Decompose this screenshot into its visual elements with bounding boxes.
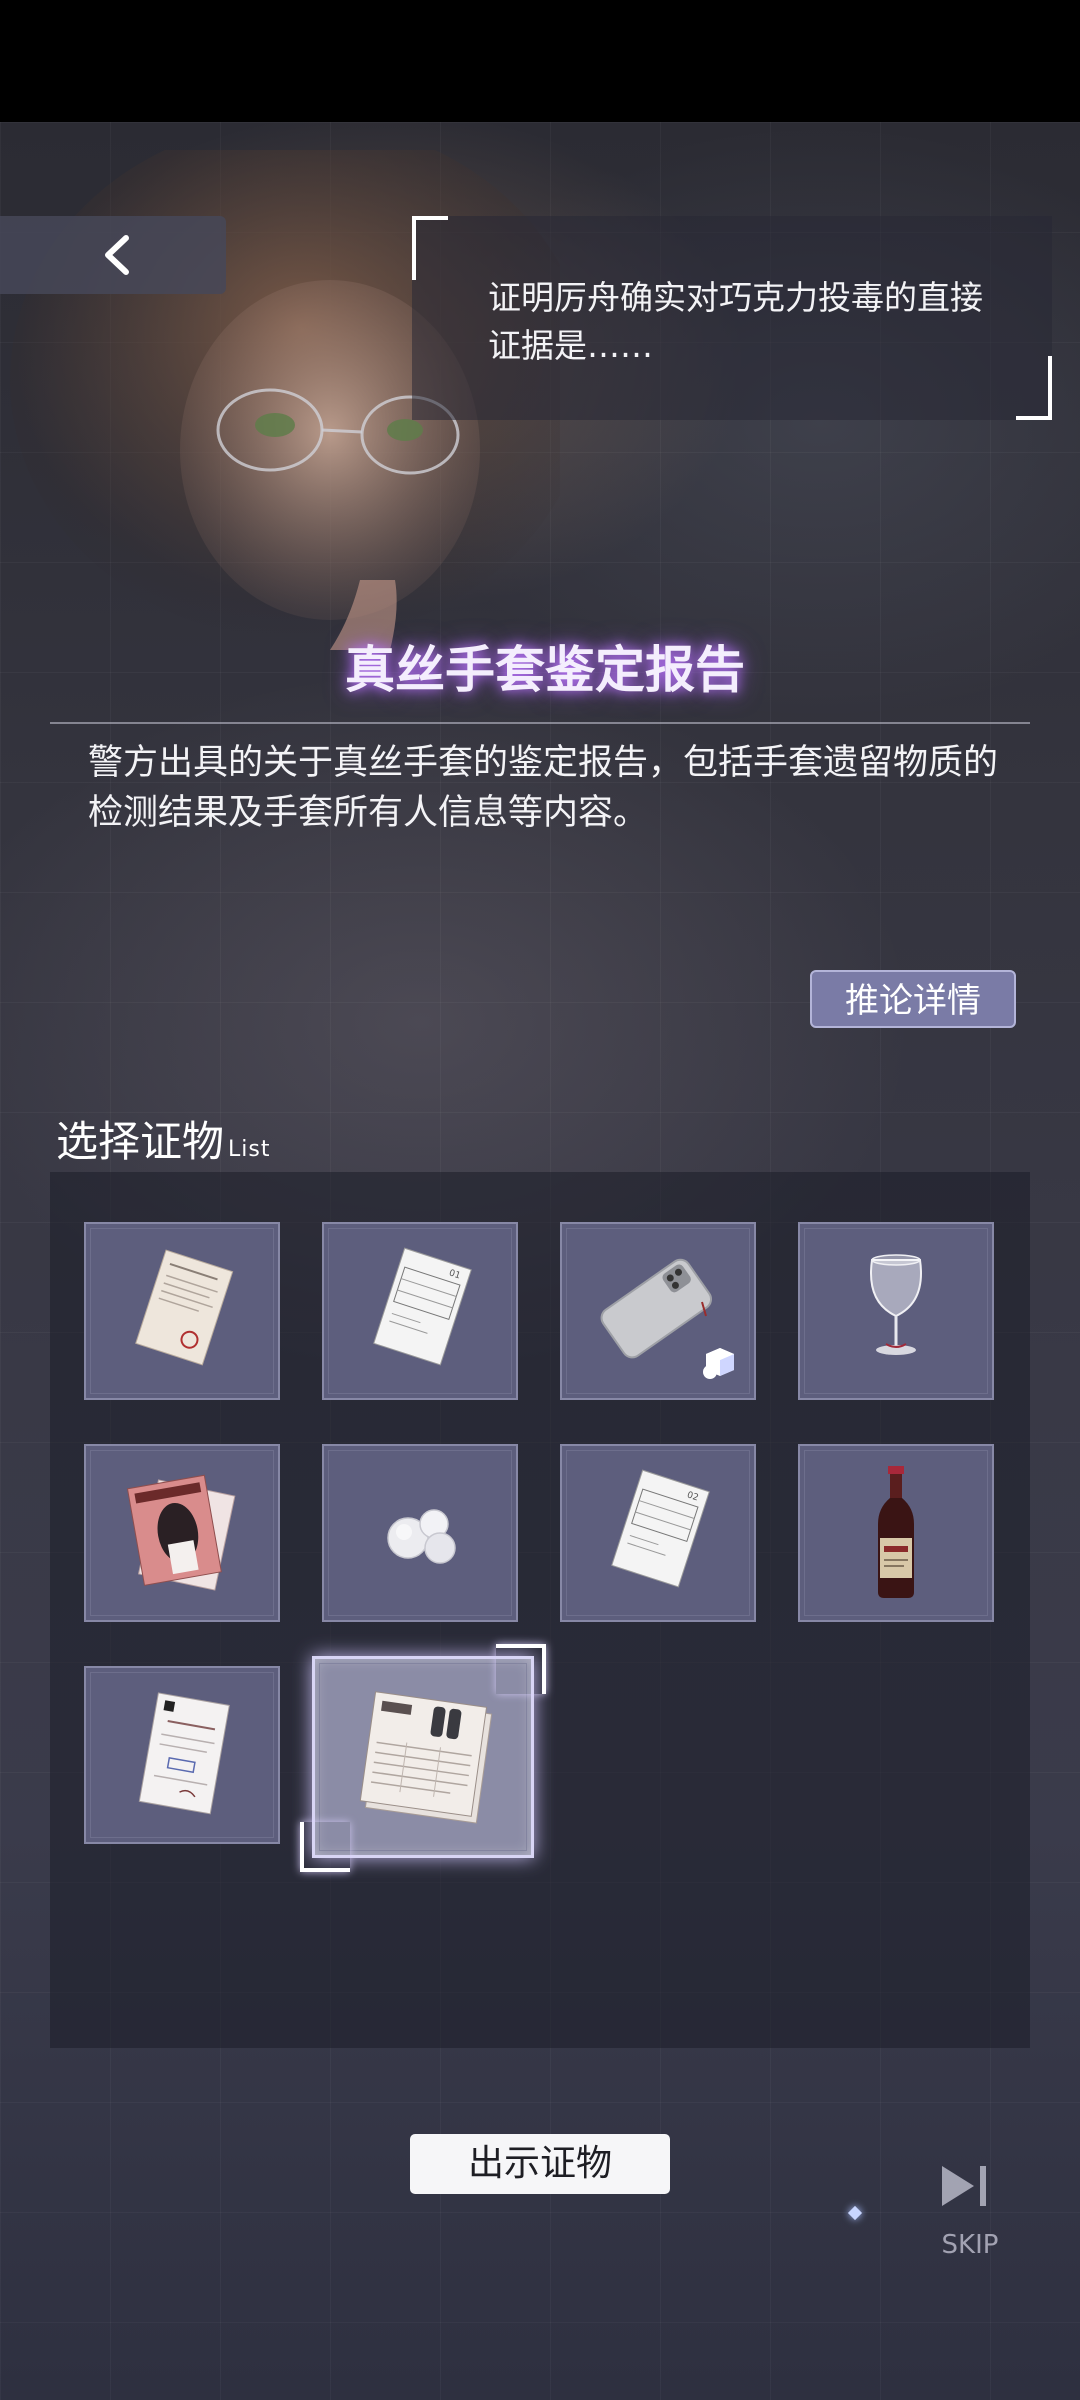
certificate-document-icon <box>138 1692 230 1815</box>
smartphone-icon <box>600 1258 713 1359</box>
evidence-list-subtitle: List <box>228 1137 271 1162</box>
skip-forward-icon <box>942 2166 986 2206</box>
skip-label: SKIP <box>941 2230 999 2260</box>
evidence-slot-3[interactable] <box>560 1222 756 1400</box>
wine-glass-icon <box>870 1254 922 1355</box>
magazine-icon <box>126 1474 236 1591</box>
back-button[interactable] <box>0 216 226 294</box>
evidence-slot-9[interactable] <box>84 1666 280 1844</box>
evidence-slot-8[interactable] <box>798 1444 994 1622</box>
evidence-slot-2[interactable]: 01 <box>322 1222 518 1400</box>
chevron-left-icon <box>105 235 129 275</box>
document-report-icon <box>135 1249 234 1366</box>
numbered-document-icon: 02 <box>611 1469 710 1588</box>
present-evidence-button[interactable]: 出示证物 <box>410 2134 670 2194</box>
evidence-list-title: 选择证物 <box>56 1117 225 1166</box>
evidence-slot-6[interactable] <box>322 1444 518 1622</box>
title-divider <box>50 722 1030 724</box>
evidence-title: 真丝手套鉴定报告 <box>345 641 745 699</box>
evidence-slot-5[interactable] <box>84 1444 280 1622</box>
bracket-corner-bottom-right <box>1016 356 1052 420</box>
selection-corner-bottom-left <box>300 1822 350 1872</box>
skip-button[interactable]: SKIP <box>920 2160 1020 2270</box>
bracket-corner-top-left <box>412 216 448 280</box>
evidence-slot-1[interactable] <box>84 1222 280 1400</box>
evidence-slot-4[interactable] <box>798 1222 994 1400</box>
selection-corner-top-right <box>496 1644 546 1694</box>
game-screen: 证明厉舟确实对巧克力投毒的直接证据是…… 真丝手套鉴定报告 警方出具的关于真丝手… <box>0 0 1080 2400</box>
question-prompt-box: 证明厉舟确实对巧克力投毒的直接证据是…… <box>412 216 1052 420</box>
numbered-document-icon: 01 <box>373 1247 472 1366</box>
evidence-slot-7[interactable]: 02 <box>560 1444 756 1622</box>
cotton-balls-icon <box>387 1509 456 1564</box>
deduction-details-button[interactable]: 推论详情 <box>810 970 1016 1028</box>
status-bar <box>0 0 1080 122</box>
evidence-description: 警方出具的关于真丝手套的鉴定报告，包括手套遗留物质的检测结果及手套所有人信息等内… <box>88 743 999 833</box>
evidence-list-header: 选择证物 List <box>56 1108 271 1166</box>
wine-bottle-icon <box>878 1466 914 1598</box>
question-prompt-text: 证明厉舟确实对巧克力投毒的直接证据是…… <box>488 278 983 365</box>
